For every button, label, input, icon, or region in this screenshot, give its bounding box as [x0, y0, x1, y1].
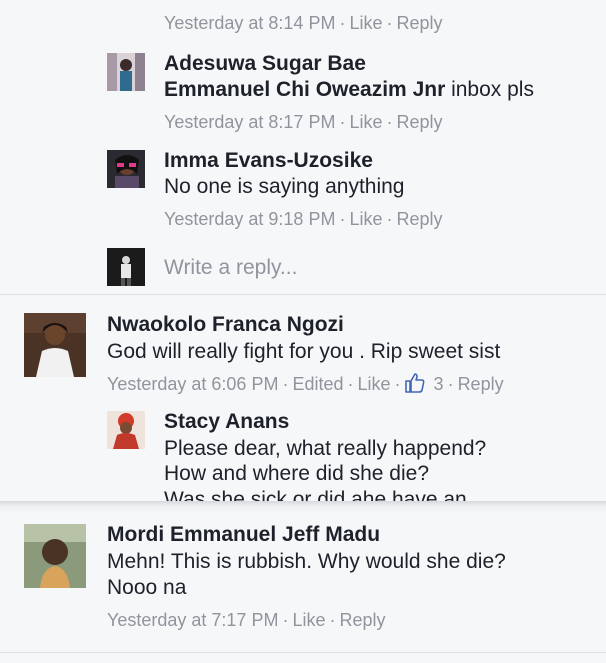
reply-text-line: How and where did she die?: [164, 462, 430, 485]
divider: [0, 652, 606, 653]
reply-author-name[interactable]: Imma Evans-Uzosike: [164, 149, 373, 173]
reply-meta: Yesterday at 8:17 PM · Like · Reply: [164, 112, 443, 132]
avatar-photo-icon: [107, 150, 145, 188]
timestamp[interactable]: Yesterday at 7:17 PM: [107, 610, 278, 630]
avatar-photo-icon: [24, 313, 86, 377]
avatar-photo-icon: [107, 411, 145, 449]
comment-text: God will really fight for you . Rip swee…: [107, 340, 501, 363]
comment-meta: Yesterday at 6:06 PM · Edited · Like · 3 · Repl…: [107, 373, 504, 398]
like-link[interactable]: Like: [349, 13, 382, 33]
divider: [0, 294, 606, 295]
avatar[interactable]: [107, 411, 145, 449]
timestamp[interactable]: Yesterday at 8:17 PM: [164, 112, 335, 132]
avatar[interactable]: [107, 150, 145, 188]
reply-author-name[interactable]: Stacy Anans: [164, 410, 289, 434]
like-link[interactable]: Like: [358, 374, 391, 394]
thumbs-up-icon: [404, 373, 425, 398]
like-count[interactable]: 3: [434, 374, 444, 394]
reply-author-name[interactable]: Adesuwa Sugar Bae: [164, 52, 366, 76]
reply-text-line: Was she sick or did ahe have an: [164, 488, 467, 501]
reply-link[interactable]: Reply: [396, 112, 442, 132]
reply-link[interactable]: Reply: [396, 13, 442, 33]
comment-meta: Yesterday at 7:17 PM · Like · Reply: [107, 610, 386, 630]
comment-text-line: Mehn! This is rubbish. Why would she die…: [107, 550, 506, 573]
reply-meta: Yesterday at 9:18 PM · Like · Reply: [164, 209, 443, 229]
reply-text: No one is saying anything: [164, 175, 405, 198]
edited-label[interactable]: Edited: [292, 374, 343, 394]
like-link[interactable]: Like: [349, 209, 382, 229]
avatar[interactable]: [107, 53, 145, 91]
like-link[interactable]: Like: [292, 610, 325, 630]
avatar-photo-icon: [107, 248, 145, 286]
timestamp[interactable]: Yesterday at 6:06 PM: [107, 374, 278, 394]
avatar[interactable]: [24, 313, 86, 377]
write-reply-input[interactable]: Write a reply...: [164, 256, 564, 280]
reply-text-line: Please dear, what really happend?: [164, 437, 487, 460]
current-user-avatar: [107, 248, 145, 286]
comment-author-name[interactable]: Nwaokolo Franca Ngozi: [107, 313, 344, 337]
avatar[interactable]: [24, 524, 86, 588]
avatar-photo-icon: [107, 53, 145, 91]
timestamp[interactable]: Yesterday at 8:14 PM: [164, 13, 335, 33]
avatar-photo-icon: [24, 524, 86, 588]
reply-link[interactable]: Reply: [458, 374, 504, 394]
reply-body: inbox pls: [445, 78, 534, 101]
reply-link[interactable]: Reply: [396, 209, 442, 229]
reply-link[interactable]: Reply: [339, 610, 385, 630]
timestamp[interactable]: Yesterday at 9:18 PM: [164, 209, 335, 229]
mention-link[interactable]: Emmanuel Chi Oweazim Jnr: [164, 78, 445, 101]
reply-text: Emmanuel Chi Oweazim Jnr inbox pls: [164, 77, 534, 103]
comment-text-line: Nooo na: [107, 576, 187, 599]
comment-author-name[interactable]: Mordi Emmanuel Jeff Madu: [107, 523, 380, 547]
section-divider: [0, 501, 606, 513]
reply-meta: Yesterday at 8:14 PM · Like · Reply: [164, 13, 443, 33]
like-link[interactable]: Like: [349, 112, 382, 132]
